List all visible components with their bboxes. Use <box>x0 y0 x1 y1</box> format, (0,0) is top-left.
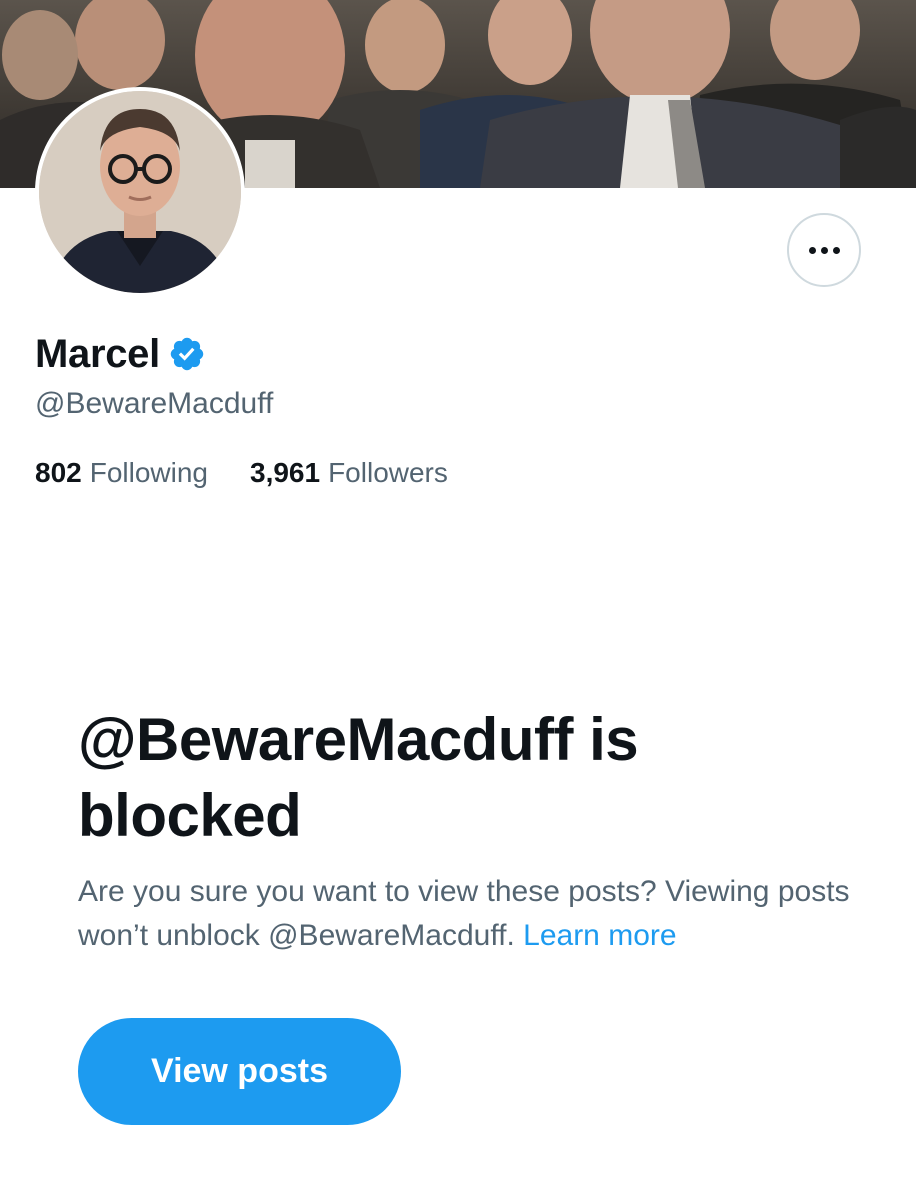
following-count: 802 <box>35 457 82 488</box>
follow-stats: 802 Following 3,961 Followers <box>35 454 448 492</box>
display-name: Marcel <box>35 332 160 376</box>
avatar-photo <box>39 91 241 293</box>
more-options-icon <box>808 246 816 254</box>
more-options-icon <box>820 246 828 254</box>
profile-page: Marcel @BewareMacduff 802 Following 3,961… <box>0 0 916 1200</box>
user-handle: @BewareMacduff <box>35 387 274 420</box>
blocked-title: @BewareMacduff is blocked <box>78 706 639 849</box>
more-options-button[interactable] <box>787 213 861 287</box>
display-name-row: Marcel <box>35 330 206 378</box>
following-label: Following <box>89 457 208 488</box>
view-posts-button[interactable]: View posts <box>78 1018 401 1125</box>
followers-link[interactable]: 3,961 Followers <box>250 454 448 492</box>
verified-badge-icon[interactable] <box>168 335 206 373</box>
avatar[interactable] <box>35 87 245 297</box>
more-options-icon <box>832 246 840 254</box>
blocked-description: Are you sure you want to view these post… <box>78 870 858 958</box>
blocked-description-text: Are you sure you want to view these post… <box>78 875 850 952</box>
followers-count: 3,961 <box>250 457 321 488</box>
followers-label: Followers <box>328 457 448 488</box>
learn-more-link[interactable]: Learn more <box>523 919 676 952</box>
following-link[interactable]: 802 Following <box>35 454 208 492</box>
